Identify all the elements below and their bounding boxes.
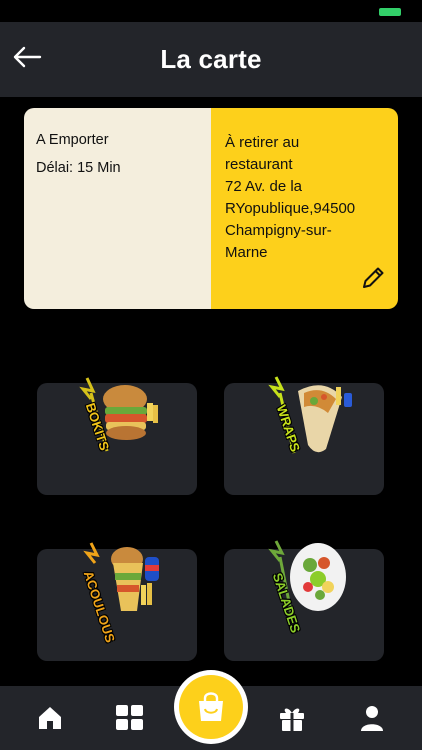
gift-icon: [280, 708, 304, 731]
edit-address-button[interactable]: [360, 265, 386, 291]
page-title: La carte: [160, 44, 262, 74]
battery-icon: [379, 8, 401, 16]
pickup-line: 72 Av. de la: [225, 178, 303, 195]
order-mode: A Emporter: [36, 132, 109, 148]
user-icon: [361, 706, 383, 731]
category-wraps[interactable]: WRAPS: [224, 376, 384, 495]
category-bokits[interactable]: BOKITS: [37, 377, 197, 495]
category-salades[interactable]: SALADES: [224, 540, 384, 661]
home-icon: [39, 707, 61, 729]
shopping-bag-icon: [199, 692, 223, 721]
category-acoulous[interactable]: ACOULOUS: [37, 542, 197, 661]
order-mode-panel: A Emporter Délai: 15 Min: [24, 108, 211, 309]
pickup-panel: À retirer au restaurant 72 Av. de la RYo…: [211, 108, 398, 309]
order-info-card: A Emporter Délai: 15 Min À retirer au re…: [24, 108, 398, 309]
pencil-icon: [363, 267, 384, 288]
nav-profile[interactable]: [356, 702, 388, 734]
pickup-line: Champigny-sur-: [225, 222, 332, 239]
pickup-line: restaurant: [225, 156, 293, 173]
pickup-line: Marne: [225, 244, 268, 261]
status-bar: [0, 0, 422, 22]
header: La carte: [0, 22, 422, 97]
cart-button-inner: [179, 675, 243, 739]
order-delay: Délai: 15 Min: [36, 160, 121, 176]
nav-rewards[interactable]: [276, 702, 308, 734]
cart-button[interactable]: [174, 670, 248, 744]
pickup-line: À retirer au: [225, 134, 300, 151]
grid-icon: [116, 705, 143, 730]
nav-home[interactable]: [34, 702, 66, 734]
nav-menu[interactable]: [114, 702, 146, 734]
pickup-line: RYopublique,94500: [225, 200, 356, 217]
